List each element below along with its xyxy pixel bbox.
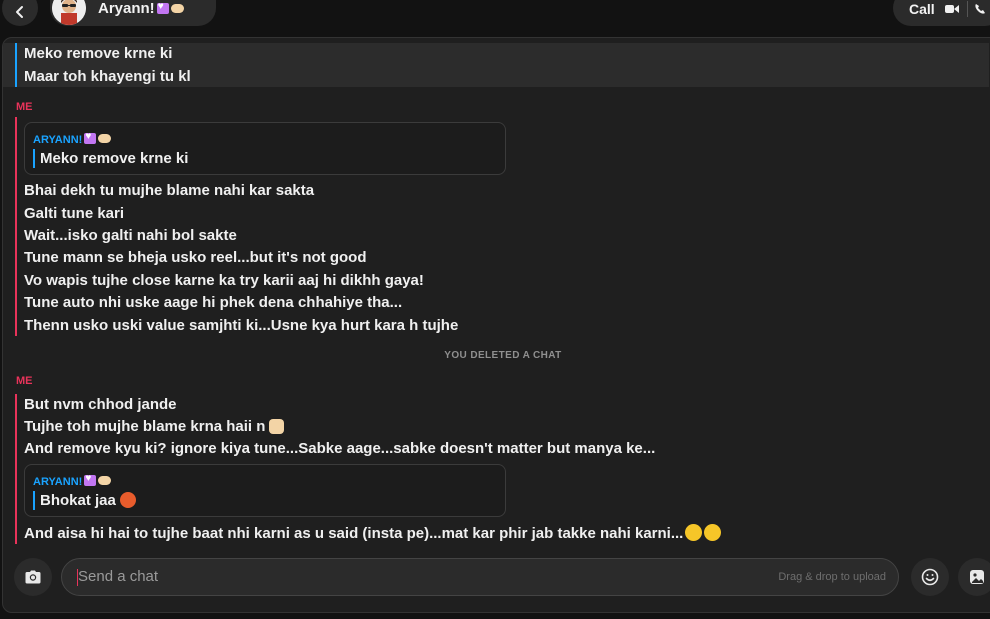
back-button[interactable]	[2, 0, 38, 26]
chat-message[interactable]: Vo wapis tujhe close karne ka try karii …	[24, 272, 424, 289]
chat-input-placeholder: Send a chat	[78, 568, 159, 585]
call-button[interactable]: Call	[909, 1, 935, 17]
chat-message[interactable]: Wait...isko galti nahi bol sakte	[24, 227, 237, 244]
quoted-text: Meko remove krne ki	[40, 150, 189, 167]
angry-face-icon	[119, 492, 136, 508]
call-controls: Call	[893, 0, 990, 26]
my-message-bar	[15, 117, 17, 336]
chat-message[interactable]: Galti tune kari	[24, 205, 124, 222]
chat-message[interactable]: Bhai dekh tu mujhe blame nahi kar sakta	[24, 182, 314, 199]
chat-header: Aryann! Call	[0, 0, 990, 32]
smiley-icon	[921, 568, 939, 586]
quoted-message[interactable]: ARYANN! Bhokat jaa	[24, 464, 506, 517]
quoted-text: Bhokat jaa	[40, 492, 136, 509]
quoted-sender: ARYANN!	[33, 131, 112, 146]
quoted-sender: ARYANN!	[33, 473, 112, 488]
hands-icon	[170, 3, 184, 13]
hands-icon	[98, 476, 112, 485]
chat-message[interactable]: But nvm chhod jande	[24, 396, 177, 413]
video-camera-icon[interactable]	[944, 4, 959, 14]
contact-header[interactable]: Aryann!	[50, 0, 216, 26]
chat-panel: Meko remove krne ki Maar toh khayengi tu…	[2, 37, 990, 613]
friend-message-bar	[15, 43, 17, 87]
sticker-button[interactable]	[958, 558, 990, 596]
chat-message[interactable]: Thenn usko uski value samjhti ki...Usne …	[24, 317, 458, 334]
my-message-bar	[15, 394, 17, 544]
chat-message[interactable]: Tune auto nhi uske aage hi phek dena chh…	[24, 294, 402, 311]
divider	[966, 1, 968, 17]
chat-message[interactable]: Meko remove krne ki	[24, 45, 172, 62]
phone-icon[interactable]	[974, 3, 986, 15]
chat-input[interactable]: Send a chat Drag & drop to upload	[61, 558, 899, 596]
drag-drop-hint: Drag & drop to upload	[778, 571, 886, 583]
emoji-button[interactable]	[911, 558, 949, 596]
contact-name: Aryann!	[98, 0, 184, 17]
camera-icon	[25, 570, 41, 584]
chat-message[interactable]: Tune mann se bheja usko reel...but it's …	[24, 249, 367, 266]
purple-heart-icon	[156, 1, 169, 14]
quote-bar	[33, 491, 35, 510]
purple-heart-icon	[84, 131, 97, 144]
system-note: YOU DELETED A CHAT	[444, 350, 562, 361]
sticker-icon	[970, 570, 984, 584]
purple-heart-icon	[84, 473, 97, 486]
camera-button[interactable]	[14, 558, 52, 596]
avatar[interactable]	[52, 0, 86, 25]
chat-message[interactable]: Tujhe toh mujhe blame krna haii n	[24, 418, 285, 435]
bitmoji-avatar-icon	[52, 0, 86, 25]
hands-icon	[98, 134, 112, 143]
chat-message[interactable]: And aisa hi hai to tujhe baat nhi karni …	[24, 524, 722, 542]
chevron-left-icon	[16, 6, 23, 18]
quoted-message[interactable]: ARYANN! Meko remove krne ki	[24, 122, 506, 175]
quote-bar	[33, 149, 35, 168]
grinning-face-icon	[704, 524, 722, 541]
slight-smile-icon	[685, 524, 703, 541]
thumbs-up-icon	[269, 419, 285, 434]
chat-message[interactable]: Maar toh khayengi tu kl	[24, 68, 191, 85]
sender-label: ME	[16, 101, 33, 113]
sender-label: ME	[16, 375, 33, 387]
chat-message[interactable]: And remove kyu ki? ignore kiya tune...Sa…	[24, 440, 655, 457]
